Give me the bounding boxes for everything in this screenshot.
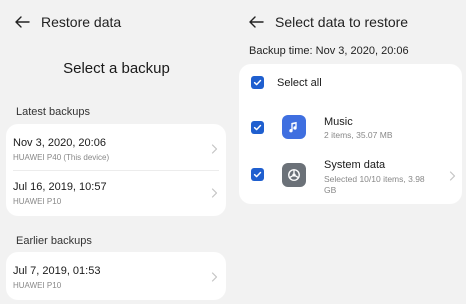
- restore-data-screen: Restore data Select a backup Latest back…: [0, 0, 233, 304]
- backup-device: HUAWEI P40 (This device): [13, 153, 110, 162]
- back-arrow-icon[interactable]: [14, 14, 30, 30]
- chevron-right-icon: [211, 188, 218, 198]
- chevron-right-icon[interactable]: [449, 171, 456, 181]
- chevron-right-icon: [211, 144, 218, 154]
- select-all-checkbox[interactable]: [251, 76, 264, 89]
- restore-data-header: Restore data: [14, 10, 121, 34]
- latest-backups-list: Nov 3, 2020, 20:06 HUAWEI P40 (This devi…: [6, 124, 226, 216]
- backup-device: HUAWEI P10: [13, 281, 62, 290]
- music-label: Music: [324, 116, 353, 128]
- backup-date: Nov 3, 2020, 20:06: [13, 137, 106, 149]
- select-backup-heading: Select a backup: [63, 60, 170, 77]
- backup-item-nov-3-2020[interactable]: Nov 3, 2020, 20:06 HUAWEI P40 (This devi…: [6, 126, 226, 170]
- earlier-backups-list: Jul 7, 2019, 01:53 HUAWEI P10: [6, 252, 226, 300]
- chevron-right-icon: [211, 272, 218, 282]
- page-title: Restore data: [41, 14, 122, 30]
- backup-item-jul-16-2019[interactable]: Jul 16, 2019, 10:57 HUAWEI P10: [6, 170, 226, 214]
- back-arrow-icon[interactable]: [248, 14, 264, 30]
- backup-date: Jul 7, 2019, 01:53: [13, 265, 101, 277]
- backup-device: HUAWEI P10: [13, 197, 62, 206]
- backup-item-jul-7-2019[interactable]: Jul 7, 2019, 01:53 HUAWEI P10: [6, 254, 226, 298]
- earlier-backups-label: Earlier backups: [16, 235, 92, 247]
- system-data-checkbox[interactable]: [251, 168, 264, 181]
- select-all-label: Select all: [277, 77, 322, 89]
- select-data-header: Select data to restore: [248, 10, 408, 34]
- music-checkbox[interactable]: [251, 121, 264, 134]
- backup-date: Jul 16, 2019, 10:57: [13, 181, 107, 193]
- system-data-label: System data: [324, 159, 386, 171]
- music-note-icon: [282, 115, 306, 139]
- backup-time-text: Backup time: Nov 3, 2020, 20:06: [249, 45, 409, 57]
- data-selection-card: Select all Music 2 items, 35.07 MB Syste…: [239, 64, 462, 204]
- latest-backups-label: Latest backups: [16, 106, 90, 118]
- music-detail: 2 items, 35.07 MB: [324, 130, 393, 140]
- settings-gear-icon: [282, 163, 306, 187]
- select-data-screen: Select data to restore Backup time: Nov …: [233, 0, 466, 304]
- system-data-detail: Selected 10/10 items, 3.98 GB: [324, 174, 425, 195]
- page-title: Select data to restore: [275, 14, 409, 30]
